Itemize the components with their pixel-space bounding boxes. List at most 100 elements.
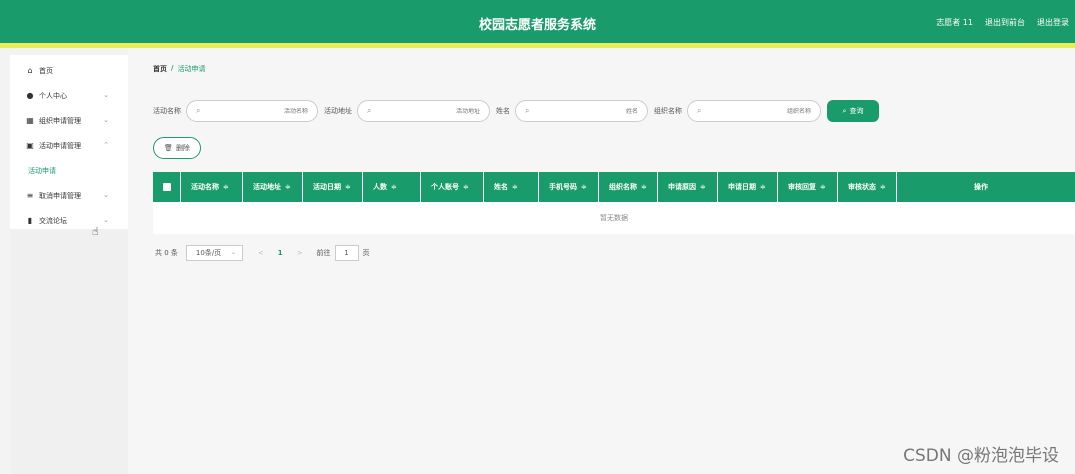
page-number[interactable]: 1 <box>278 249 283 257</box>
pagination: 共 0 条 10条/页 ⌄ < 1 > 前往 1 页 <box>155 245 370 261</box>
column-header[interactable]: 组织名称 ≑ <box>599 172 658 202</box>
sidebar-item-personal-center[interactable]: ● 个人中心 ⌄ <box>10 83 128 108</box>
page-size-select[interactable]: 10条/页 ⌄ <box>185 245 243 261</box>
sort-icon: ≑ <box>463 183 469 191</box>
table-header: 活动名称 ≑ 活动地址 ≑ 活动日期 ≑ 人数 ≑ 个人账号 ≑ 姓名 ≑ 手机号码 ≑ 组织… <box>153 172 1075 202</box>
search-icon: ⌕ <box>842 106 847 115</box>
chevron-down-icon: ⌄ <box>103 91 109 99</box>
sidebar-subitem-activity-apply[interactable]: 活动申请 <box>10 158 128 183</box>
sidebar-item-label: 活动申请管理 <box>39 141 81 150</box>
sort-icon: ≑ <box>880 183 886 191</box>
delete-button[interactable]: 🗑 删除 <box>153 137 201 159</box>
sort-icon: ≑ <box>760 183 766 191</box>
sidebar-item-label: 首页 <box>39 66 53 75</box>
sort-icon: ≑ <box>391 183 397 191</box>
sidebar-item-activity-application[interactable]: ▣ 活动申请管理 ⌃ <box>10 133 128 158</box>
person-icon: ● <box>26 91 34 100</box>
chevron-up-icon: ⌃ <box>103 141 109 149</box>
column-header[interactable]: 审核回复 ≑ <box>778 172 838 202</box>
name-input[interactable] <box>534 107 638 115</box>
column-header[interactable]: 人数 ≑ <box>363 172 421 202</box>
org-name-label: 组织名称 <box>654 107 682 115</box>
name-field[interactable]: ⌕ <box>515 100 648 122</box>
mouse-pointer-icon: ☝ <box>92 225 99 238</box>
column-header-operations: 操作 <box>974 183 988 191</box>
sort-icon: ≑ <box>223 183 229 191</box>
data-table: 活动名称 ≑ 活动地址 ≑ 活动日期 ≑ 人数 ≑ 个人账号 ≑ 姓名 ≑ 手机号码 ≑ 组织… <box>153 172 1075 234</box>
bar-chart-icon: ▮ <box>27 216 33 225</box>
trash-icon: 🗑 <box>164 144 173 152</box>
activity-address-label: 活动地址 <box>324 107 352 115</box>
sort-icon: ≑ <box>641 183 647 191</box>
goto-page-input[interactable]: 1 <box>334 245 359 261</box>
page-size-value: 10条/页 <box>195 249 222 257</box>
column-header[interactable]: 申请日期 ≑ <box>718 172 778 202</box>
chevron-down-icon: ⌄ <box>103 191 109 199</box>
list-icon: ≡ <box>26 191 34 200</box>
watermark: CSDN @粉泡泡毕设 <box>903 446 1059 466</box>
activity-name-field[interactable]: ⌕ <box>186 100 318 122</box>
sidebar-item-forum[interactable]: ▮ 交流论坛 ⌄ <box>10 208 128 233</box>
search-button[interactable]: ⌕ 查询 <box>827 100 879 122</box>
org-name-input[interactable] <box>706 107 811 115</box>
main-content: 首页 / 活动申请 活动名称 ⌕ 活动地址 ⌕ 姓名 ⌕ 组织名称 ⌕ ⌕ 查询… <box>128 48 1075 474</box>
breadcrumb-separator: / <box>171 64 174 72</box>
header-actions: 志愿者 11 退出到前台 退出登录 <box>936 17 1069 28</box>
breadcrumb: 首页 / 活动申请 <box>153 64 206 74</box>
search-icon: ⌕ <box>367 106 372 115</box>
column-header[interactable]: 活动名称 ≑ <box>181 172 243 202</box>
select-all-checkbox[interactable] <box>153 172 181 202</box>
sidebar-menu: ⌂ 首页 ● 个人中心 ⌄ ▦ 组织申请管理 ⌄ ▣ 活动申请管理 ⌃ 活动申请… <box>10 55 128 229</box>
sort-icon: ≑ <box>581 183 587 191</box>
sidebar-item-label: 组织申请管理 <box>39 116 81 125</box>
breadcrumb-home[interactable]: 首页 <box>153 64 167 74</box>
home-icon: ⌂ <box>27 66 33 75</box>
breadcrumb-current: 活动申请 <box>177 65 206 73</box>
activity-address-input[interactable] <box>376 107 480 115</box>
chevron-down-icon: ⌄ <box>103 116 109 124</box>
sidebar-item-label: 取消申请管理 <box>39 191 81 200</box>
grid-icon: ▦ <box>26 116 34 125</box>
back-to-front-link[interactable]: 退出到前台 <box>985 17 1025 28</box>
sort-icon: ≑ <box>820 183 826 191</box>
empty-state: 暂无数据 <box>153 202 1075 234</box>
next-page-button[interactable]: > <box>297 249 303 257</box>
sidebar-item-label: 个人中心 <box>39 91 67 100</box>
app-title: 校园志愿者服务系统 <box>478 18 596 33</box>
checkbox-icon <box>162 183 171 191</box>
column-header[interactable]: 申请原因 ≑ <box>658 172 718 202</box>
chevron-down-icon: ⌄ <box>230 249 236 256</box>
org-name-field[interactable]: ⌕ <box>687 100 821 122</box>
column-header[interactable]: 活动地址 ≑ <box>243 172 303 202</box>
activity-name-input[interactable] <box>205 107 308 115</box>
sort-icon: ≑ <box>700 183 706 191</box>
column-header[interactable]: 手机号码 ≑ <box>539 172 599 202</box>
sidebar-item-label: 交流论坛 <box>39 216 67 225</box>
search-form: 活动名称 ⌕ 活动地址 ⌕ 姓名 ⌕ 组织名称 ⌕ ⌕ 查询 <box>153 100 879 122</box>
goto-label: 前往 <box>316 249 331 257</box>
sort-icon: ≑ <box>285 183 291 191</box>
column-header[interactable]: 活动日期 ≑ <box>303 172 363 202</box>
current-user: 志愿者 11 <box>936 18 973 27</box>
logout-link[interactable]: 退出登录 <box>1037 17 1069 28</box>
delete-button-label: 删除 <box>175 144 190 152</box>
total-count: 共 0 条 <box>155 249 178 257</box>
sort-icon: ≑ <box>512 183 518 191</box>
sidebar-item-home[interactable]: ⌂ 首页 <box>10 58 128 83</box>
column-header[interactable]: 姓名 ≑ <box>484 172 539 202</box>
activity-address-field[interactable]: ⌕ <box>357 100 490 122</box>
clipboard-icon: ▣ <box>26 141 34 150</box>
page-unit-label: 页 <box>362 249 370 257</box>
search-icon: ⌕ <box>525 106 530 115</box>
search-button-label: 查询 <box>849 107 864 115</box>
sidebar-item-cancel-application[interactable]: ≡ 取消申请管理 ⌄ <box>10 183 128 208</box>
sidebar: ⌂ 首页 ● 个人中心 ⌄ ▦ 组织申请管理 ⌄ ▣ 活动申请管理 ⌃ 活动申请… <box>10 55 128 474</box>
column-header[interactable]: 审核状态 ≑ <box>838 172 897 202</box>
activity-name-label: 活动名称 <box>153 107 181 115</box>
sidebar-item-org-application[interactable]: ▦ 组织申请管理 ⌄ <box>10 108 128 133</box>
search-icon: ⌕ <box>697 106 702 115</box>
search-icon: ⌕ <box>196 106 201 115</box>
prev-page-button[interactable]: < <box>258 249 264 257</box>
column-header[interactable]: 个人账号 ≑ <box>421 172 484 202</box>
name-label: 姓名 <box>496 107 510 115</box>
